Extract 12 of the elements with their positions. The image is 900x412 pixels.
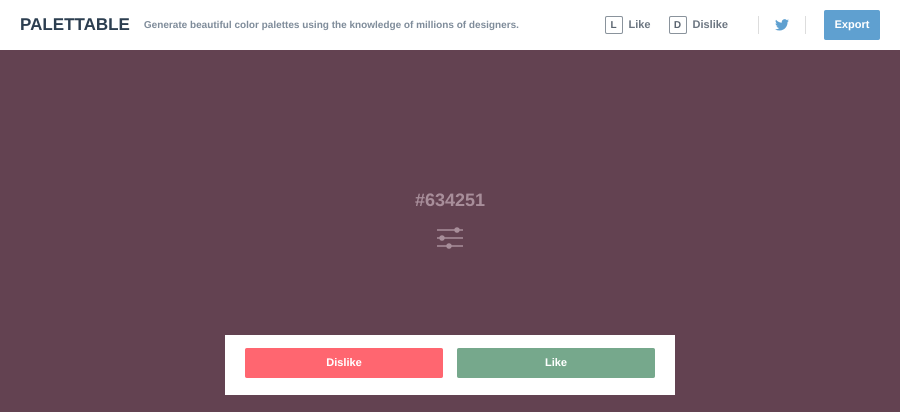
shortcut-label: Dislike <box>692 19 728 31</box>
shortcut-label: Like <box>628 19 651 31</box>
twitter-icon[interactable] <box>775 19 789 31</box>
hex-code[interactable]: #634251 <box>414 190 486 211</box>
keyboard-key: D <box>668 16 687 34</box>
sliders-icon[interactable] <box>436 227 464 249</box>
logo: PALETTABLE <box>20 15 130 35</box>
like-button[interactable]: Like <box>457 348 655 378</box>
export-button[interactable]: Export <box>824 10 880 40</box>
dislike-button[interactable]: Dislike <box>245 348 443 378</box>
tagline: Generate beautiful color palettes using the knowledge of millions of designers. <box>144 20 519 30</box>
keyboard-key: L <box>604 16 623 34</box>
